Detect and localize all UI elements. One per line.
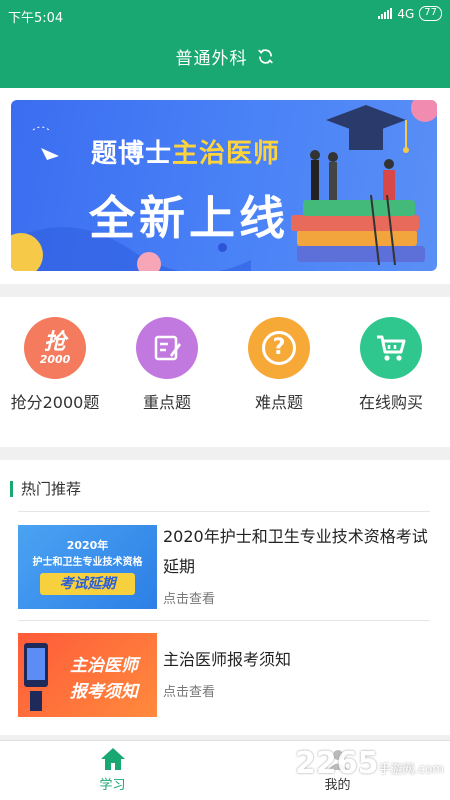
grab-icon: 抢 2000 bbox=[24, 317, 86, 379]
banner-highlight: 主治医师 bbox=[172, 139, 281, 169]
promo-banner[interactable]: 题博士主治医师 全新上线 bbox=[11, 100, 437, 271]
article-title: 2020年护士和卫生专业技术资格考试延期 bbox=[163, 527, 428, 576]
thumb-line2: 报考须知 bbox=[70, 682, 138, 702]
banner-headline: 题博士主治医师 bbox=[91, 133, 280, 170]
tab-label: 学习 bbox=[99, 778, 126, 793]
menu-label: 难点题 bbox=[254, 393, 303, 412]
carousel-indicator[interactable] bbox=[218, 243, 227, 252]
cart-icon bbox=[360, 317, 422, 379]
menu-item-grab-2000[interactable]: 抢 2000 抢分2000题 bbox=[0, 317, 110, 413]
divider bbox=[18, 511, 430, 512]
thumb-line1: 主治医师 bbox=[70, 656, 138, 676]
status-time: 下午5:04 bbox=[8, 11, 64, 26]
recommend-section: 热门推荐 2020年 护士和卫生专业技术资格 考试延期 2020年护士和卫生专业… bbox=[0, 460, 450, 735]
article-title: 主治医师报考须知 bbox=[163, 650, 292, 669]
menu-item-key-questions[interactable]: 重点题 bbox=[112, 317, 222, 413]
watermark-text: 2265 bbox=[295, 746, 379, 781]
watermark-suffix: 手游网 bbox=[378, 762, 415, 776]
banner-section: 题博士主治医师 全新上线 bbox=[0, 88, 450, 284]
tab-study[interactable]: 学习 bbox=[0, 741, 225, 800]
signal-icon bbox=[378, 8, 393, 19]
status-bar: 下午5:04 4G 77 bbox=[0, 0, 450, 30]
menu-label: 在线购买 bbox=[358, 393, 423, 412]
thumb-tag: 考试延期 bbox=[40, 573, 135, 595]
network-type: 4G bbox=[397, 6, 415, 21]
grab-icon-text: 抢 bbox=[43, 329, 66, 355]
watermark-logo: 2265手游网.com bbox=[295, 746, 444, 781]
status-indicators: 4G 77 bbox=[378, 6, 442, 21]
app-header: 下午5:04 4G 77 普通外科 bbox=[0, 0, 450, 88]
battery-level: 77 bbox=[424, 7, 437, 18]
menu-item-buy-online[interactable]: 在线购买 bbox=[336, 317, 446, 413]
article-thumbnail: 2020年 护士和卫生专业技术资格 考试延期 bbox=[18, 525, 157, 609]
home-icon bbox=[100, 748, 125, 770]
grab-icon-subtext: 2000 bbox=[39, 352, 71, 366]
menu-item-hard-questions[interactable]: ? 难点题 bbox=[224, 317, 334, 413]
banner-subheadline: 全新上线 bbox=[89, 191, 289, 245]
banner-brand: 题博士 bbox=[91, 139, 173, 169]
quick-menu: 抢 2000 抢分2000题 重点题 ? 难点题 在线购买 bbox=[0, 297, 450, 447]
thumb-year: 2020年 bbox=[66, 539, 109, 552]
question-icon: ? bbox=[248, 317, 310, 379]
phone-illustration bbox=[24, 643, 48, 711]
refresh-icon[interactable] bbox=[256, 47, 275, 66]
watermark-domain: .com bbox=[414, 762, 444, 776]
page-title[interactable]: 普通外科 bbox=[176, 44, 248, 69]
article-link-text[interactable]: 点击查看 bbox=[163, 588, 215, 607]
edit-icon bbox=[136, 317, 198, 379]
article-item[interactable]: 主治医师 报考须知 主治医师报考须知 点击查看 bbox=[18, 633, 430, 727]
menu-label: 抢分2000题 bbox=[10, 393, 100, 412]
battery-icon: 77 bbox=[419, 6, 442, 21]
question-icon-glyph: ? bbox=[262, 331, 296, 365]
menu-label: 重点题 bbox=[142, 393, 191, 412]
divider bbox=[18, 620, 430, 621]
article-thumbnail: 主治医师 报考须知 bbox=[18, 633, 157, 717]
article-link-text[interactable]: 点击查看 bbox=[163, 681, 215, 700]
section-accent-bar bbox=[10, 480, 13, 497]
title-bar[interactable]: 普通外科 bbox=[0, 44, 450, 69]
thumb-line: 护士和卫生专业技术资格 bbox=[32, 557, 143, 568]
section-title: 热门推荐 bbox=[21, 480, 82, 498]
recommend-header: 热门推荐 bbox=[10, 478, 81, 499]
article-item[interactable]: 2020年 护士和卫生专业技术资格 考试延期 2020年护士和卫生专业技术资格考… bbox=[18, 525, 430, 619]
